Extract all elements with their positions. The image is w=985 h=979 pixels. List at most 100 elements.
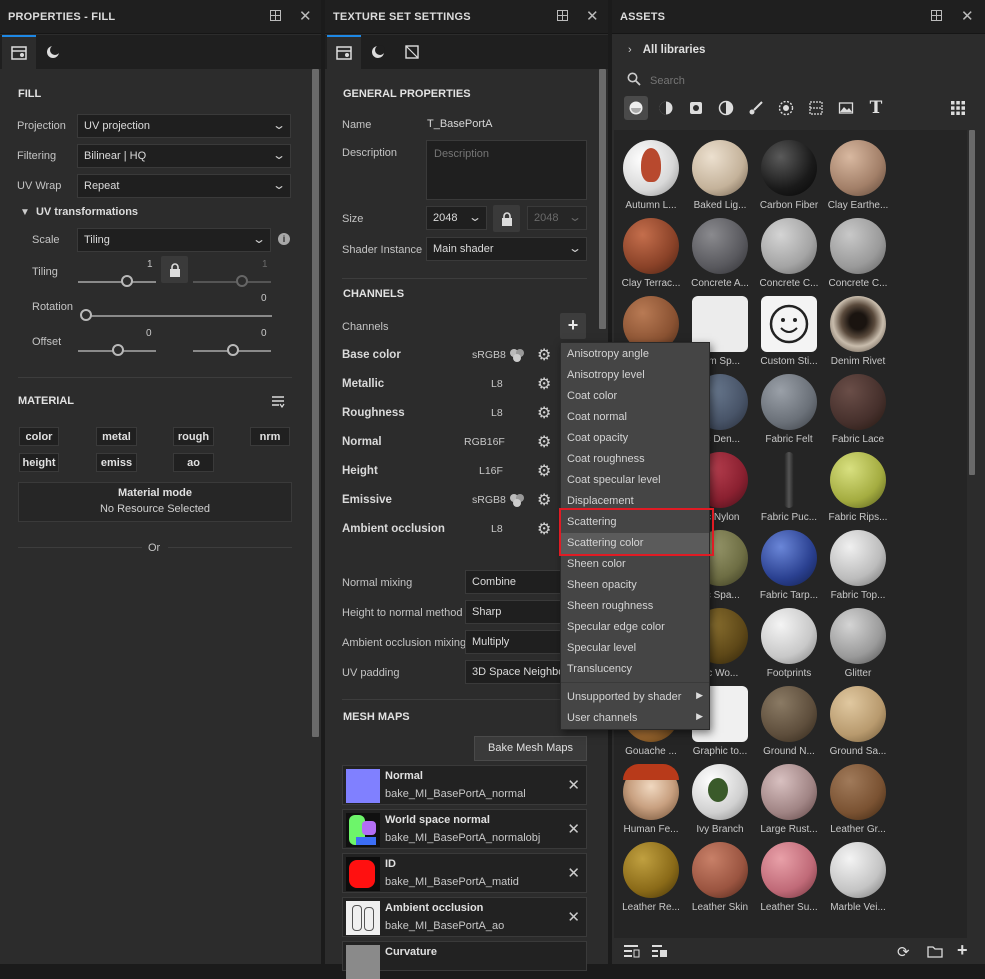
asset-tile[interactable]: Leather Skin	[687, 840, 753, 916]
close-icon[interactable]: ✕	[299, 7, 312, 25]
add-icon[interactable]: +	[957, 940, 968, 961]
material-chip-height[interactable]: height	[19, 453, 59, 472]
asset-tile[interactable]: Leather Gr...	[825, 762, 891, 838]
filter-textures-button[interactable]	[804, 96, 828, 120]
material-mode-box[interactable]: Material mode No Resource Selected	[18, 482, 292, 522]
close-icon[interactable]: ✕	[567, 864, 580, 882]
asset-tile[interactable]: Human Fe...	[618, 762, 684, 838]
asset-tile[interactable]: Concrete A...	[687, 216, 753, 292]
search-input[interactable]	[650, 72, 970, 90]
asset-tile[interactable]: Fabric Top...	[825, 528, 891, 604]
asset-tile[interactable]: Ground Sa...	[825, 684, 891, 760]
scrollbar-thumb[interactable]	[599, 69, 606, 329]
asset-tile[interactable]: Denim Rivet	[825, 294, 891, 370]
dock-icon[interactable]	[931, 10, 942, 21]
menu-item-anisotropy-angle[interactable]: Anisotropy angle	[561, 344, 709, 365]
asset-tile[interactable]: Leather Su...	[756, 840, 822, 916]
uvwrap-dropdown[interactable]: Repeat ⌄	[77, 174, 291, 198]
asset-tile[interactable]: Marble Vei...	[825, 840, 891, 916]
color-channels-icon[interactable]	[509, 347, 525, 363]
menu-item-sheen-color[interactable]: Sheen color	[561, 554, 709, 575]
material-chip-ao[interactable]: ao	[173, 453, 214, 472]
breadcrumb[interactable]: › All libraries	[628, 44, 705, 56]
asset-tile[interactable]: Baked Lig...	[687, 138, 753, 214]
asset-tile[interactable]: Fabric Puc...	[756, 450, 822, 526]
tab-material[interactable]	[36, 35, 70, 69]
asset-tile[interactable]: Clay Earthe...	[825, 138, 891, 214]
asset-tile[interactable]: Fabric Lace	[825, 372, 891, 448]
menu-item-coat-specular-level[interactable]: Coat specular level	[561, 470, 709, 491]
material-chip-color[interactable]: color	[19, 427, 59, 446]
refresh-icon[interactable]: ⟳	[897, 943, 910, 961]
tab-uv[interactable]	[395, 35, 429, 69]
tiling-slider-v[interactable]	[193, 281, 271, 283]
asset-tile[interactable]: Leather Re...	[618, 840, 684, 916]
asset-tile[interactable]: Large Rust...	[756, 762, 822, 838]
menu-item-sheen-roughness[interactable]: Sheen roughness	[561, 596, 709, 617]
material-chip-nrm[interactable]: nrm	[250, 427, 290, 446]
tiling-lock-button[interactable]	[161, 256, 188, 283]
tiling-slider[interactable]	[78, 281, 156, 283]
asset-tile[interactable]: Glitter	[825, 606, 891, 682]
color-channels-icon[interactable]	[509, 492, 525, 508]
scrollbar-thumb[interactable]	[969, 130, 975, 475]
filter-smart-masks-button[interactable]	[684, 96, 708, 120]
asset-tile[interactable]: Concrete C...	[756, 216, 822, 292]
gear-icon[interactable]: ⚙	[537, 345, 551, 365]
close-icon[interactable]: ✕	[567, 776, 580, 794]
mesh-map-card[interactable]: Normal bake_MI_BasePortA_normal ✕	[342, 765, 587, 805]
asset-tile[interactable]: Clay Terrac...	[618, 216, 684, 292]
add-channel-button[interactable]: +	[560, 313, 586, 339]
mesh-map-card[interactable]: World space normal bake_MI_BasePortA_nor…	[342, 809, 587, 849]
offset-v-slider-handle[interactable]	[227, 344, 239, 356]
gear-icon[interactable]: ⚙	[537, 403, 551, 423]
size-dropdown[interactable]: 2048 ⌄	[426, 206, 487, 230]
tiling-slider-handle[interactable]	[121, 275, 133, 287]
info-icon[interactable]: i	[278, 233, 290, 245]
list-menu-icon[interactable]	[271, 394, 285, 411]
rotation-slider[interactable]	[82, 315, 272, 317]
mesh-map-card[interactable]: Curvature	[342, 941, 587, 979]
uv-transformations-toggle[interactable]: ▼ UV transformations	[20, 206, 138, 218]
menu-item-coat-roughness[interactable]: Coat roughness	[561, 449, 709, 470]
close-icon[interactable]: ✕	[567, 820, 580, 838]
offset-u-slider-handle[interactable]	[112, 344, 124, 356]
close-icon[interactable]: ✕	[586, 7, 599, 25]
gear-icon[interactable]: ⚙	[537, 519, 551, 539]
filter-smart-materials-button[interactable]	[654, 96, 678, 120]
gear-icon[interactable]: ⚙	[537, 461, 551, 481]
filtering-dropdown[interactable]: Bilinear | HQ ⌄	[77, 144, 291, 168]
dock-icon[interactable]	[270, 10, 281, 21]
tab-fill-properties[interactable]	[2, 35, 36, 69]
assets-scrollbar[interactable]	[967, 130, 977, 938]
menu-item-user-channels[interactable]: User channels ▶	[561, 708, 709, 729]
gear-icon[interactable]: ⚙	[537, 374, 551, 394]
filter-brushes-button[interactable]	[744, 96, 768, 120]
menu-item-specular-edge-color[interactable]: Specular edge color	[561, 617, 709, 638]
gear-icon[interactable]: ⚙	[537, 490, 551, 510]
menu-item-coat-color[interactable]: Coat color	[561, 386, 709, 407]
tiling-slider-v-handle[interactable]	[236, 275, 248, 287]
folder-list-icon[interactable]	[652, 944, 668, 961]
asset-tile[interactable]: Carbon Fiber	[756, 138, 822, 214]
menu-item-specular-level[interactable]: Specular level	[561, 638, 709, 659]
menu-item-coat-opacity[interactable]: Coat opacity	[561, 428, 709, 449]
mesh-map-card[interactable]: ID bake_MI_BasePortA_matid ✕	[342, 853, 587, 893]
asset-tile[interactable]: Fabric Rips...	[825, 450, 891, 526]
projection-dropdown[interactable]: UV projection ⌄	[77, 114, 291, 138]
dock-icon[interactable]	[557, 10, 568, 21]
menu-item-sheen-opacity[interactable]: Sheen opacity	[561, 575, 709, 596]
mesh-map-card[interactable]: Ambient occlusion bake_MI_BasePortA_ao ✕	[342, 897, 587, 937]
asset-tile[interactable]: Concrete C...	[825, 216, 891, 292]
asset-tile[interactable]: Footprints	[756, 606, 822, 682]
scale-dropdown[interactable]: Tiling ⌄	[77, 228, 271, 252]
scrollbar-thumb[interactable]	[312, 69, 319, 737]
material-chip-emiss[interactable]: emiss	[96, 453, 137, 472]
menu-item-translucency[interactable]: Translucency	[561, 659, 709, 680]
tab-shader[interactable]	[361, 35, 395, 69]
close-icon[interactable]: ✕	[567, 908, 580, 926]
properties-scrollbar[interactable]	[310, 69, 321, 964]
list-view-icon[interactable]	[624, 944, 640, 961]
menu-item-unsupported-by-shader[interactable]: Unsupported by shader ▶	[561, 687, 709, 708]
close-icon[interactable]: ✕	[961, 7, 974, 25]
